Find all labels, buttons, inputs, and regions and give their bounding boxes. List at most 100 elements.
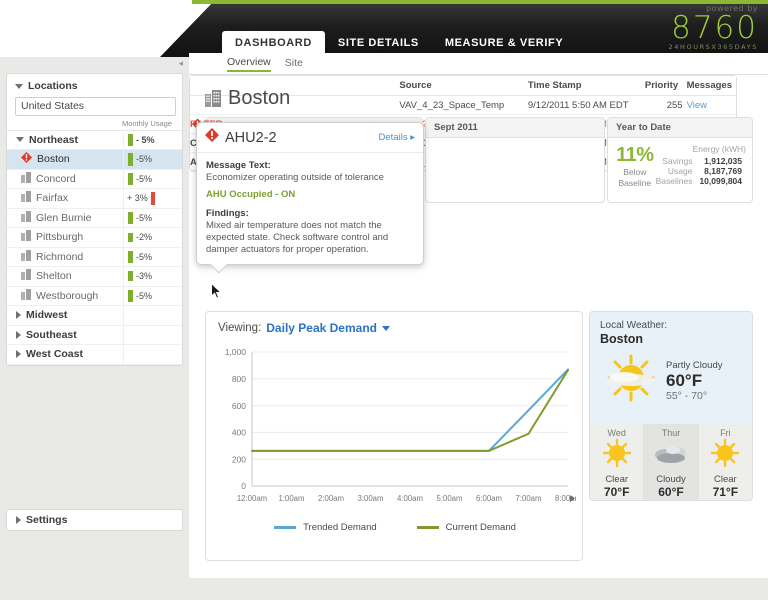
forecast-condition: Clear [605,474,629,485]
sidebar-item-label: Concord [36,172,76,185]
weather-temperature: 60°F [666,370,703,390]
sidebar-item-shelton[interactable]: Shelton -3% [7,266,182,287]
svg-text:1:00am: 1:00am [278,494,304,503]
legend-swatch-current [416,526,439,529]
sidebar-item-settings[interactable]: Settings [6,509,183,531]
ytd-body: 11% Below Baseline Energy (kWH) Savings … [608,138,752,189]
usage-bar [128,211,133,224]
usage-cell [123,325,182,345]
demand-chart-panel: Viewing: Daily Peak Demand 0 200 400 600 800… [205,311,583,561]
ytd-baselines-value: 10,099,804 [699,176,742,186]
alert-error-icon [205,128,219,147]
subtab-site[interactable]: Site [285,57,303,71]
chart-viewing-selector[interactable]: Viewing: Daily Peak Demand [218,321,390,335]
ytd-savings-value: 1,912,035 [704,156,742,166]
ytd-percent-line2: Baseline [618,178,652,188]
brand-logo: powered by 8760 24HOURSX365DAYS [618,4,758,51]
usage-cell [123,305,182,325]
forecast-condition: Clear [713,474,737,485]
locations-label: Locations [28,80,78,92]
svg-text:5:00am: 5:00am [436,494,462,503]
chevron-down-icon[interactable] [16,137,24,143]
forecast-day-name: Wed [607,428,626,438]
sidebar-item-glen-burnie[interactable]: Glen Burnie -5% [7,208,182,228]
popup-findings-text: Mixed air temperature does not match the… [206,220,389,255]
usage-cell: + 3% [123,188,182,208]
ytd-usage-label: Usage [667,166,693,176]
sidebar-group-northeast[interactable]: Northeast - 5% [7,130,182,150]
alert-timestamp: 9/12/2011 5:50 AM EDT [527,95,645,115]
alert-source: VAV_4_23_Space_Temp [399,95,528,115]
sidebar-group-label: Midwest [26,309,68,322]
collapse-left-icon[interactable]: ◂ [178,58,183,69]
monthly-usage-header: Monthly Usage [121,118,172,128]
legend-swatch-trended [274,526,297,529]
ytd-baselines-label: Baselines [655,176,693,186]
sidebar-item-label: Pittsburgh [36,231,84,244]
alerts-col-messages: Messages [686,76,736,96]
popup-details-label: Details [378,132,408,143]
usage-value: -2% [136,232,153,243]
subtab-overview[interactable]: Overview [227,56,271,72]
weather-title: Local Weather: [600,320,668,331]
svg-text:1,000: 1,000 [225,347,247,357]
forecast-high: 70°F [603,485,630,499]
popup-details-link[interactable]: Details ▸ [379,132,415,143]
chevron-down-icon[interactable] [381,325,390,331]
sidebar-group-west-coast[interactable]: West Coast [7,344,182,365]
usage-cell: -5% [123,286,182,306]
usage-bar [128,133,133,146]
building-icon [21,210,31,225]
usage-cell: -5% [123,247,182,267]
sidebar-item-westborough[interactable]: Westborough -5% [7,286,182,306]
svg-text:0: 0 [241,481,246,491]
chevron-right-icon[interactable] [16,350,21,359]
chart-viewing-value[interactable]: Daily Peak Demand [266,321,377,335]
sidebar-item-label: Shelton [36,270,72,283]
usage-bar [128,289,133,302]
usage-bar [150,191,155,205]
usage-bar [128,152,133,166]
sub-navigation: Overview Site [189,53,768,75]
usage-cell: -3% [123,266,182,286]
country-input[interactable] [15,96,176,116]
usage-cell [123,344,182,364]
ytd-savings-label: Savings [662,156,693,166]
sidebar-group-southeast[interactable]: Southeast [7,325,182,345]
sidebar-item-concord[interactable]: Concord -5% [7,169,182,189]
alert-priority: 255 [644,95,687,115]
chevron-right-icon[interactable] [16,330,21,339]
legend-label-trended: Trended Demand [303,522,377,533]
usage-value: -5% [136,290,153,301]
usage-bar [128,232,133,242]
chevron-right-icon[interactable] [16,516,21,524]
svg-text:12:00am: 12:00am [237,494,267,503]
forecast-high: 60°F [658,485,684,499]
chart-viewing-label: Viewing: [218,322,262,334]
usage-value: -5% [136,154,153,165]
building-icon [21,269,31,283]
partly-cloudy-icon [600,350,662,411]
sidebar-item-richmond[interactable]: Richmond -5% [7,247,182,267]
alerts-col-source: Source [399,76,528,96]
chevron-down-icon[interactable] [15,83,23,89]
alert-type [190,95,262,115]
usage-value: -5% [136,173,153,184]
building-icon [21,191,31,205]
locations-header[interactable]: Locations [7,74,182,96]
ytd-metrics-table: Energy (kWH) Savings 1,912,035 Usage 8,1… [656,144,746,189]
forecast-high: 71°F [712,485,739,499]
chevron-right-icon[interactable] [16,311,21,320]
sept-summary-panel: Sept 2011 [425,117,605,203]
mouse-cursor [211,282,223,305]
sidebar-item-label: Richmond [36,250,84,263]
sun-icon [708,438,742,472]
sidebar-item-pittsburgh[interactable]: Pittsburgh -2% [7,227,182,248]
alert-view-link[interactable]: View [687,100,707,111]
logo-tagline: 24HOURSX365DAYS [668,43,758,51]
ytd-row-savings: Savings 1,912,035 [656,156,746,166]
usage-bar [128,250,133,263]
sidebar-item-fairfax[interactable]: Fairfax + 3% [7,188,182,209]
sidebar-group-midwest[interactable]: Midwest [7,305,182,326]
sidebar-item-boston[interactable]: Boston -5% [7,149,182,170]
